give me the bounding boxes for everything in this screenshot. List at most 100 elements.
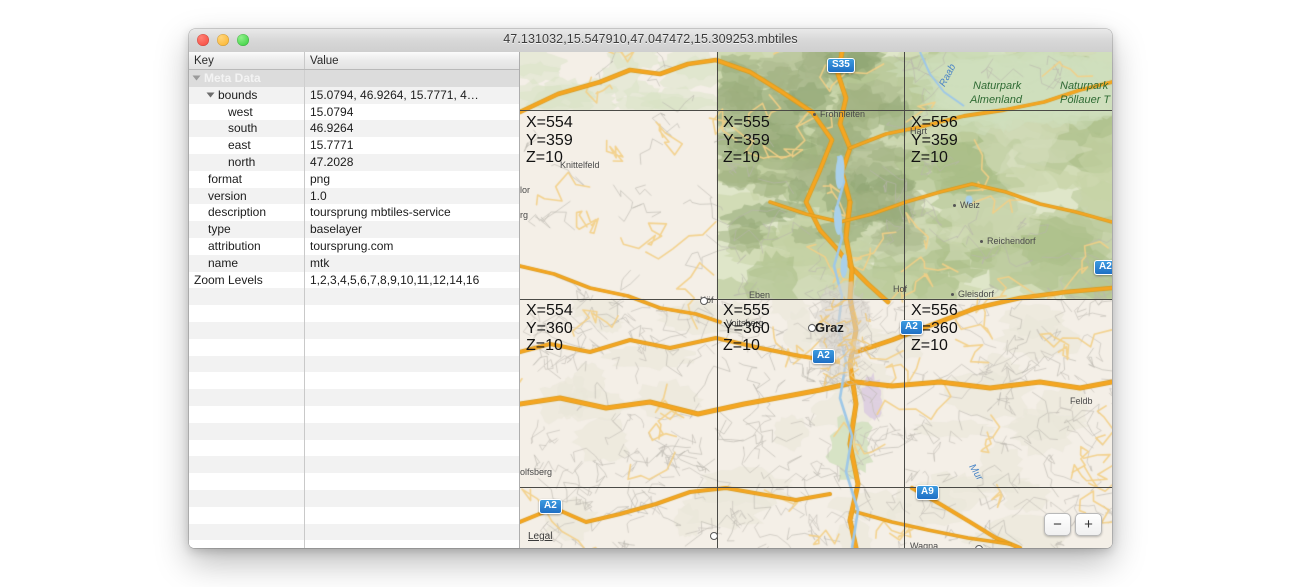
table-cell-key: description: [189, 204, 305, 222]
table-row-empty[interactable]: [189, 422, 519, 440]
table-cell-key: south: [189, 120, 305, 138]
chevron-down-icon[interactable]: [206, 92, 215, 98]
table-cell-value: [305, 540, 519, 548]
table-row[interactable]: bounds 15.0794, 46.9264, 15.7771, 4…: [189, 86, 519, 104]
table-cell-value: [305, 423, 519, 440]
tile-coordinate-label: X=555 Y=360 Z=10: [723, 302, 770, 354]
place-label: Hof: [893, 284, 908, 294]
table-cell-key: [189, 321, 305, 339]
table-cell-key-text: type: [208, 222, 231, 237]
table-cell-key-text: version: [208, 188, 247, 203]
map-canvas[interactable]: [520, 52, 1112, 548]
table-cell-key: attribution: [189, 237, 305, 255]
table-cell-value: toursprung mbtiles-service: [310, 205, 451, 220]
place-label: Gleisdorf: [958, 289, 995, 299]
table-row-empty[interactable]: [189, 355, 519, 373]
table-cell-key: [189, 405, 305, 423]
table-row[interactable]: east 15.7771: [189, 137, 519, 154]
table-row-empty[interactable]: [189, 389, 519, 406]
table-cell-key: Zoom Levels: [189, 271, 305, 289]
window-titlebar[interactable]: 47.131032,15.547910,47.047472,15.309253.…: [189, 29, 1112, 53]
table-cell-key: name: [189, 254, 305, 272]
table-row-empty[interactable]: [189, 321, 519, 339]
table-row-empty[interactable]: [189, 523, 519, 541]
table-cell-key: [189, 540, 305, 548]
table-cell-value: baselayer: [310, 222, 363, 237]
legal-link[interactable]: Legal: [528, 531, 552, 542]
column-header-value[interactable]: Value: [305, 52, 519, 69]
table-cell-key: north: [189, 153, 305, 171]
table-cell-key-text: Meta Data: [204, 71, 261, 85]
table-cell-value: 15.0794: [310, 104, 354, 119]
table-row-empty[interactable]: [189, 473, 519, 490]
table-cell-key: [189, 439, 305, 457]
screen-root: 47.131032,15.547910,47.047472,15.309253.…: [0, 0, 1300, 587]
table-cell-key: [189, 355, 305, 373]
table-row[interactable]: north 47.2028: [189, 153, 519, 171]
table-cell-key-text: format: [208, 171, 243, 186]
table-cell-key: west: [189, 103, 305, 121]
place-label: Frohnleiten: [820, 109, 866, 119]
place-marker-icon: [953, 204, 956, 207]
tile-gridline-horizontal: [520, 110, 1112, 111]
table-cell-key: version: [189, 187, 305, 205]
table-cell-value: 46.9264: [310, 121, 354, 136]
table-row[interactable]: name mtk: [189, 254, 519, 272]
chevron-down-icon[interactable]: [192, 75, 201, 81]
table-row[interactable]: description toursprung mbtiles-service: [189, 204, 519, 222]
table-row-empty[interactable]: [189, 372, 519, 390]
table-cell-value: [305, 389, 519, 406]
table-cell-value: 1,2,3,4,5,6,7,8,9,10,11,12,14,16: [310, 272, 480, 287]
zoom-in-button[interactable]: +: [1075, 513, 1102, 536]
place-marker-icon: [980, 240, 983, 243]
zoom-out-button[interactable]: −: [1044, 513, 1071, 536]
table-row[interactable]: south 46.9264: [189, 120, 519, 138]
table-row-empty[interactable]: [189, 540, 519, 548]
tile-coordinate-label: X=554 Y=359 Z=10: [526, 114, 573, 166]
table-cell-value: [305, 288, 519, 305]
place-marker-icon: [710, 532, 718, 540]
table-cell-key: [189, 489, 305, 507]
metadata-table-pane: Key Value Meta Data bounds 15.0794, 46.926…: [189, 52, 520, 548]
place-label: olfsberg: [520, 467, 553, 477]
table-row[interactable]: west 15.0794: [189, 103, 519, 121]
map-pane[interactable]: Knittelfeld Frohnleiten Weiz Reichendorf Gle…: [520, 52, 1112, 548]
table-cell-key-text: east: [228, 138, 251, 153]
table-cell-key-text: bounds: [218, 87, 258, 102]
table-cell-key: [189, 422, 305, 440]
table-row-empty[interactable]: [189, 288, 519, 306]
table-cell-value: [305, 473, 519, 490]
table-cell-value: [305, 339, 519, 356]
table-row[interactable]: Meta Data: [189, 70, 519, 87]
table-row[interactable]: type baselayer: [189, 221, 519, 238]
table-row-empty[interactable]: [189, 405, 519, 423]
table-cell-key: [189, 372, 305, 390]
park-label: Naturpark: [973, 80, 1022, 92]
place-marker-icon: [700, 297, 708, 305]
table-cell-value: [305, 305, 519, 322]
table-cell-value: [305, 456, 519, 473]
table-cell-value: 1.0: [310, 188, 327, 203]
table-row-empty[interactable]: [189, 506, 519, 524]
map-zoom-controls: − +: [1044, 513, 1102, 536]
table-row-empty[interactable]: [189, 305, 519, 322]
table-row[interactable]: version 1.0: [189, 187, 519, 205]
place-marker-icon: [951, 293, 954, 296]
table-cell-value: 15.7771: [310, 138, 354, 153]
table-row[interactable]: attribution toursprung.com: [189, 237, 519, 255]
place-label: Weiz: [960, 200, 980, 210]
table-row-empty[interactable]: [189, 439, 519, 457]
table-row[interactable]: Zoom Levels 1,2,3,4,5,6,7,8,9,10,11,12,14…: [189, 271, 519, 289]
table-row[interactable]: format png: [189, 170, 519, 188]
tile-gridline-vertical: [717, 52, 718, 548]
table-cell-key: [189, 523, 305, 541]
table-row-empty[interactable]: [189, 338, 519, 356]
table-row-empty[interactable]: [189, 489, 519, 507]
column-header-key[interactable]: Key: [189, 52, 305, 69]
table-row-empty[interactable]: [189, 456, 519, 474]
table-cell-key-text: west: [228, 104, 253, 119]
table-cell-value: [305, 490, 519, 507]
table-cell-key-text: Zoom Levels: [194, 272, 263, 287]
route-shield: A9: [916, 485, 939, 500]
app-window: 47.131032,15.547910,47.047472,15.309253.…: [189, 29, 1112, 548]
